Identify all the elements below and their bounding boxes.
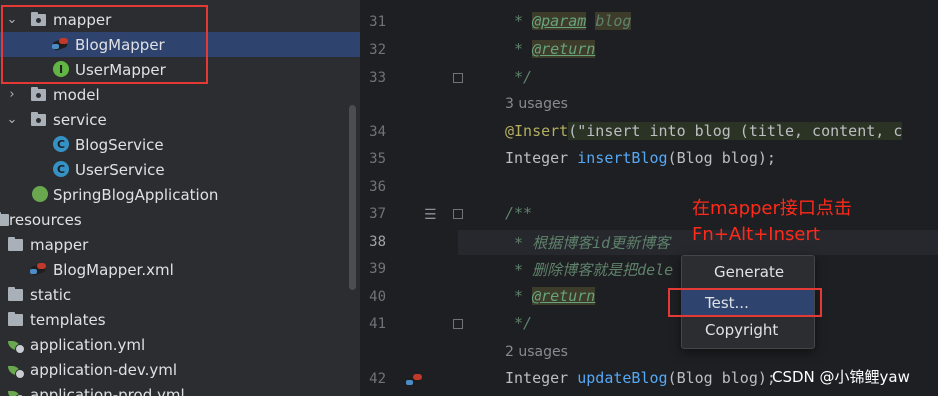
mybatis-xml-icon — [29, 262, 48, 277]
reader-mode-icon[interactable]: ☰ — [424, 207, 437, 223]
fold-start-icon[interactable] — [453, 209, 463, 219]
tree-item-templates[interactable]: templates — [0, 307, 360, 332]
tree-item-userservice[interactable]: C UserService — [0, 157, 360, 182]
tree-item-application-yml[interactable]: application.yml — [0, 332, 360, 357]
folder-icon — [0, 212, 9, 226]
usages-hint[interactable]: 2 usages — [505, 344, 568, 360]
folder-icon — [8, 237, 23, 251]
editor-gutter — [362, 0, 458, 396]
code-line-42: Integer updateBlog(Blog blog); — [505, 369, 776, 387]
tree-item-application-dev-yml[interactable]: application-dev.yml — [0, 357, 360, 382]
highlight-box-mapper — [1, 5, 208, 84]
fold-end-icon[interactable] — [453, 73, 463, 83]
line-number: 36 — [369, 179, 386, 195]
mybatis-gutter-icon[interactable] — [405, 373, 424, 388]
line-number: 41 — [369, 316, 386, 332]
chevron-right-icon[interactable]: › — [6, 87, 18, 102]
line-number: 33 — [369, 70, 386, 86]
yaml-config-icon — [8, 338, 25, 354]
tree-item-label: BlogService — [75, 135, 164, 154]
annotation-line-2: Fn+Alt+Insert — [692, 224, 820, 245]
tree-item-label: application-prod.yml — [30, 385, 185, 396]
usages-hint[interactable]: 3 usages — [505, 96, 568, 112]
code-editor[interactable]: 31 32 33 34 35 36 37 38 39 40 41 42 ☰ * … — [362, 0, 938, 396]
line-number: 39 — [369, 261, 386, 277]
class-icon: C — [53, 161, 69, 177]
line-number: 32 — [369, 42, 386, 58]
line-number: 34 — [369, 124, 386, 140]
tree-item-label: mapper — [30, 235, 89, 254]
tree-item-resources[interactable]: resources — [0, 207, 360, 232]
tree-item-service-package[interactable]: ⌄ service — [0, 107, 360, 132]
annotation-text: 在mapper接口点击 Fn+Alt+Insert — [692, 196, 852, 248]
line-number-current: 38 — [369, 234, 386, 250]
line-number: 35 — [369, 151, 386, 167]
tree-item-label: application-dev.yml — [30, 360, 178, 379]
code-line-35: Integer insertBlog(Blog blog); — [505, 149, 776, 167]
code-line-34: @Insert("insert into blog (title, conten… — [505, 122, 903, 140]
tree-item-blogmapper-xml[interactable]: BlogMapper.xml — [0, 257, 360, 282]
watermark: CSDN @小锦鲤yaw — [772, 368, 910, 386]
tree-item-label: model — [53, 85, 100, 104]
folder-icon — [8, 287, 23, 301]
code-line-40: * @return — [505, 287, 596, 305]
tree-item-springblogapplication[interactable]: SpringBlogApplication — [0, 182, 360, 207]
annotation-line-1: 在mapper接口点击 — [692, 198, 852, 219]
tree-item-label: BlogMapper.xml — [53, 260, 174, 279]
tree-item-application-prod-yml[interactable]: application-prod.yml — [0, 382, 360, 396]
folder-icon — [8, 312, 23, 326]
code-line-41: */ — [505, 314, 533, 332]
code-line-39: * 删除博客就是把dele — [505, 261, 674, 279]
project-tree: ⌄ mapper BlogMapper I UserMapper › model… — [0, 0, 360, 396]
tree-item-label: service — [53, 110, 107, 129]
highlight-box-test — [668, 288, 822, 317]
yaml-config-icon — [8, 363, 25, 379]
tree-item-model-package[interactable]: › model — [0, 82, 360, 107]
line-number: 40 — [369, 289, 386, 305]
yaml-config-icon — [8, 388, 25, 396]
sidebar-scrollbar[interactable] — [349, 105, 356, 290]
tree-item-label: templates — [30, 310, 106, 329]
line-number: 42 — [369, 371, 386, 387]
line-number: 31 — [369, 14, 386, 30]
menu-item-generate[interactable]: Generate — [682, 259, 814, 285]
code-line-32: * @return — [505, 40, 596, 58]
tree-item-blogservice[interactable]: C BlogService — [0, 132, 360, 157]
code-line-37: /** — [505, 204, 533, 222]
fold-end-icon[interactable] — [453, 319, 463, 329]
tree-item-label: static — [30, 285, 72, 304]
chevron-down-icon[interactable]: ⌄ — [6, 112, 18, 127]
code-line-33: */ — [505, 68, 533, 86]
spring-boot-icon — [32, 186, 48, 202]
menu-item-copyright[interactable]: Copyright — [682, 317, 814, 343]
line-number: 37 — [369, 206, 386, 222]
class-icon: C — [53, 136, 69, 152]
code-line-31: * @param blog — [505, 12, 632, 30]
tree-item-mapper-folder[interactable]: mapper — [0, 232, 360, 257]
package-icon — [31, 112, 46, 126]
tree-item-label: application.yml — [30, 335, 146, 354]
code-line-38: * 根据博客id更新博客 — [505, 234, 671, 252]
tree-item-label: resources — [9, 210, 82, 229]
tree-item-label: SpringBlogApplication — [53, 185, 219, 204]
package-icon — [31, 87, 46, 101]
tree-item-static[interactable]: static — [0, 282, 360, 307]
tree-item-label: UserService — [75, 160, 165, 179]
